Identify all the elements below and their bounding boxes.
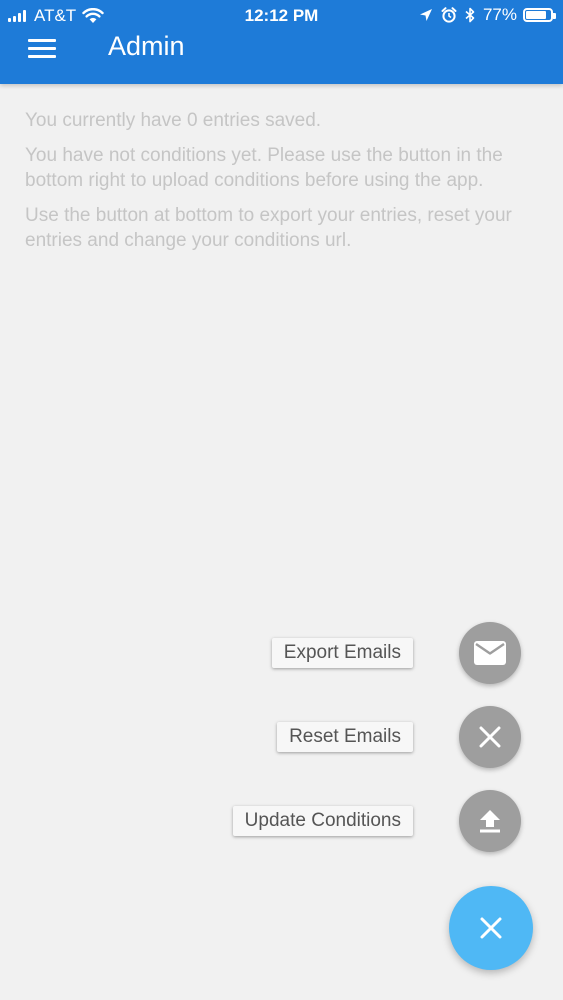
export-emails-action: Export Emails (271, 621, 521, 685)
export-emails-label[interactable]: Export Emails (271, 638, 413, 668)
alarm-icon (441, 7, 457, 23)
admin-info: You currently have 0 entries saved. You … (25, 108, 545, 263)
battery-icon (523, 8, 556, 22)
close-icon (479, 726, 501, 748)
entries-count-text: You currently have 0 entries saved. (25, 110, 322, 131)
update-conditions-action: Update Conditions (232, 789, 521, 853)
reset-emails-label[interactable]: Reset Emails (277, 722, 413, 752)
app-bar: Admin (0, 24, 563, 84)
battery-percent: 77% (482, 5, 517, 24)
battery-fill (526, 11, 547, 19)
reset-emails-button[interactable] (459, 706, 521, 768)
top-bar: AT&T 12:12 PM 77% Admin (0, 0, 563, 84)
update-conditions-label[interactable]: Update Conditions (232, 806, 413, 836)
conditions-hint-text: You have not conditions yet. Please use … (25, 145, 503, 191)
mail-icon (474, 641, 506, 665)
reset-emails-action: Reset Emails (277, 705, 521, 769)
bluetooth-icon (465, 7, 475, 23)
location-icon (419, 9, 432, 21)
status-right: 77% (411, 5, 556, 25)
hamburger-menu-icon[interactable] (22, 30, 62, 66)
main-fab-close-button[interactable] (449, 886, 533, 970)
export-hint-text: Use the button at bottom to export your … (25, 205, 512, 251)
page-title: Admin (108, 31, 185, 61)
update-conditions-button[interactable] (459, 790, 521, 852)
export-emails-button[interactable] (459, 622, 521, 684)
close-icon (480, 917, 502, 939)
upload-icon (480, 810, 500, 833)
